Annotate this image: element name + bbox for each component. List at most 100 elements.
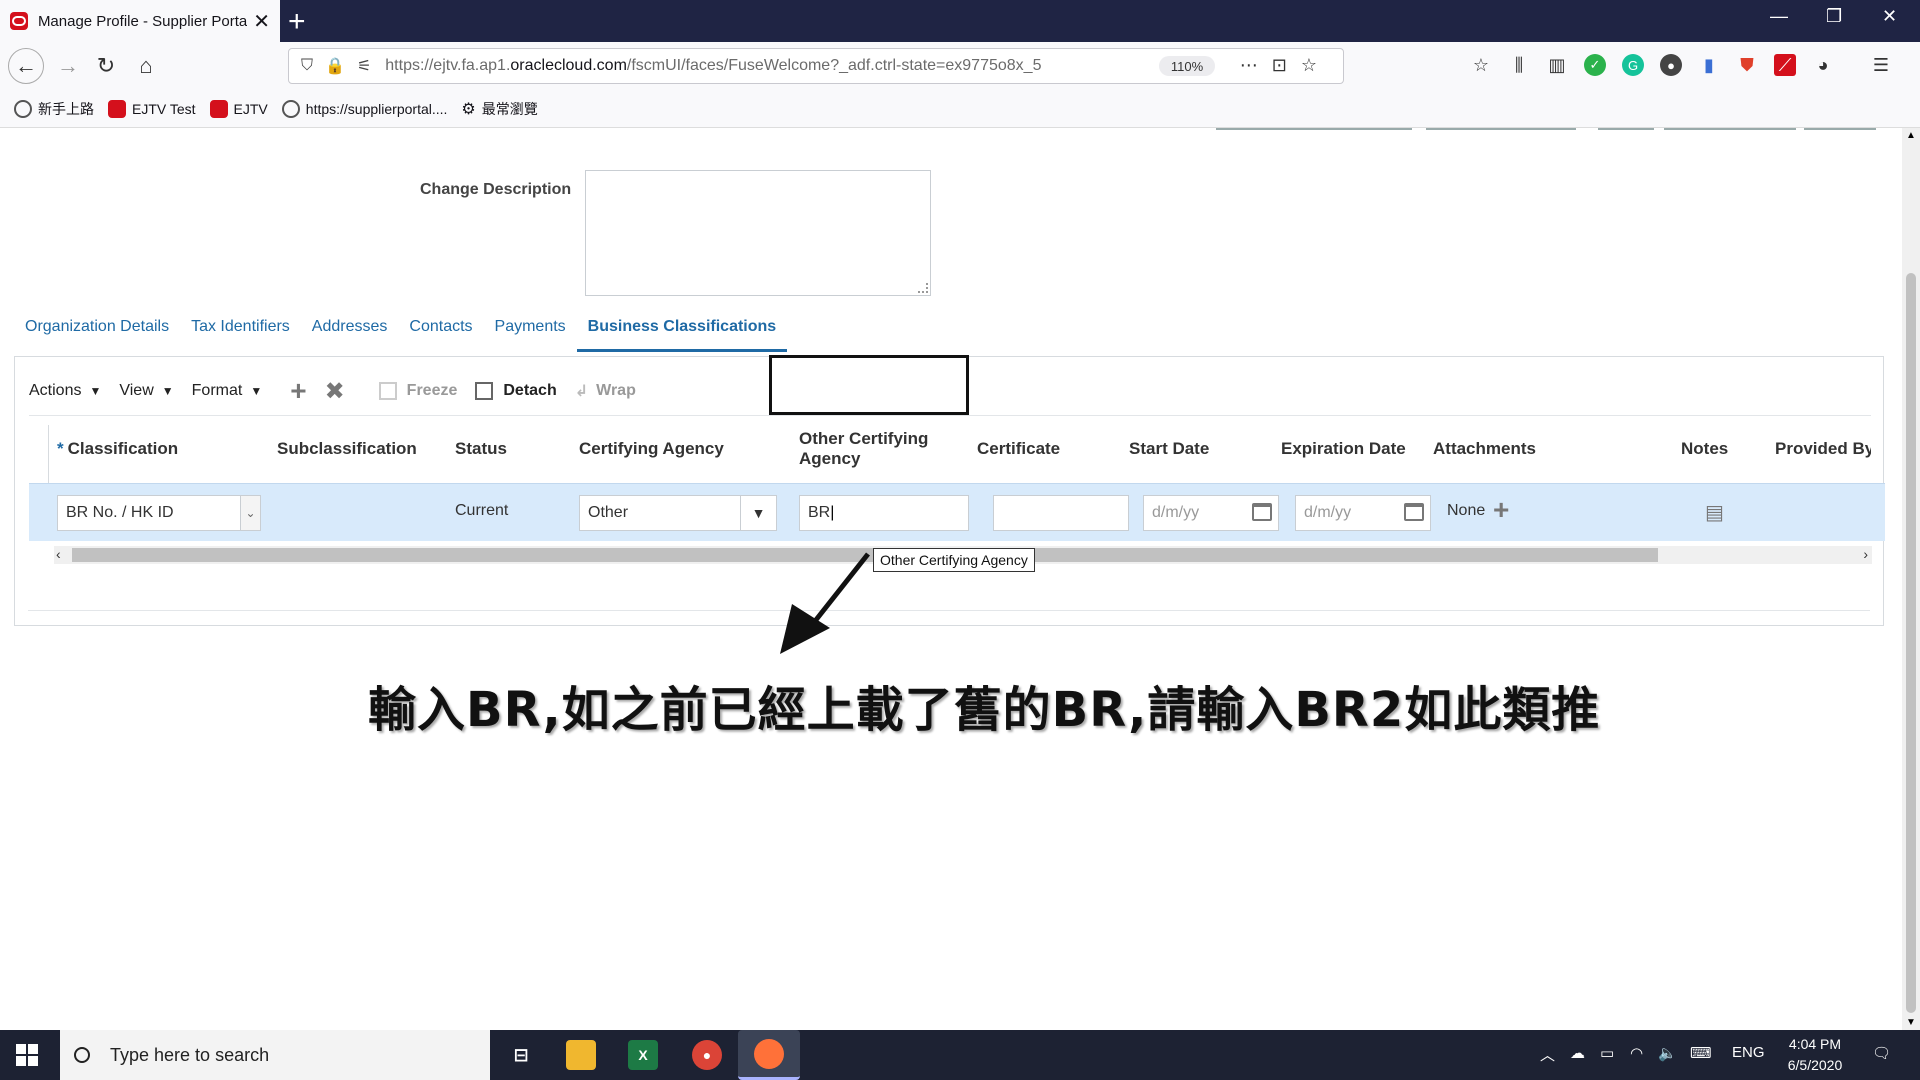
reading-list-icon[interactable]: ☆	[1470, 54, 1492, 76]
url-text[interactable]: https://ejtv.fa.ap1.oraclecloud.com/fscm…	[385, 57, 1145, 75]
notifications-icon[interactable]: 🗨	[1872, 1044, 1891, 1062]
calendar-icon[interactable]	[1404, 503, 1424, 521]
browser-tab[interactable]: Manage Profile - Supplier Porta ✕	[0, 0, 280, 42]
expiration-date-input[interactable]: d/m/yy	[1295, 495, 1431, 531]
header-start-date[interactable]: Start Date	[1129, 439, 1209, 459]
scroll-down-icon[interactable]: ▼	[1906, 1017, 1916, 1028]
tab-tax-identifiers[interactable]: Tax Identifiers	[180, 312, 301, 352]
extensions-icon[interactable]: ◕	[1812, 54, 1834, 76]
tab-organization-details[interactable]: Organization Details	[14, 312, 180, 352]
bookmark-ejtv-test[interactable]: EJTV Test	[108, 99, 196, 118]
shield-icon[interactable]: ⛉	[301, 57, 313, 75]
scroll-right-icon[interactable]: ›	[1863, 546, 1868, 562]
scroll-left-icon[interactable]: ‹	[56, 546, 61, 562]
globe-icon	[14, 99, 32, 118]
header-certificate[interactable]: Certificate	[977, 439, 1060, 459]
keyboard-icon[interactable]: ⌨	[1690, 1044, 1712, 1062]
gear-icon: ⚙	[461, 100, 476, 118]
header-provided-by[interactable]: Provided By	[1775, 439, 1871, 459]
format-menu[interactable]: Format ▼	[192, 382, 263, 400]
bookmark-extension-icon[interactable]: ▮	[1698, 54, 1720, 76]
bookmark-most-visited[interactable]: ⚙ 最常瀏覽	[461, 99, 537, 119]
classification-select[interactable]: BR No. / HK ID ⌄	[57, 495, 261, 531]
forward-arrow-icon[interactable]: →	[52, 50, 84, 82]
page-actions-icon[interactable]: ⋯⊡☆	[1240, 55, 1331, 76]
vertical-scroll-thumb[interactable]	[1906, 273, 1916, 1013]
detach-button[interactable]: Detach	[475, 382, 557, 400]
volume-icon[interactable]: 🔈	[1658, 1044, 1677, 1062]
wrap-button[interactable]: ↲ Wrap	[575, 381, 636, 401]
chrome-icon[interactable]: ●	[692, 1040, 722, 1070]
header-attachments[interactable]: Attachments	[1433, 439, 1536, 459]
url-bar[interactable]: ⛉ 🔒 ⚟ https://ejtv.fa.ap1.oraclecloud.co…	[288, 48, 1344, 84]
view-menu[interactable]: View ▼	[119, 382, 173, 400]
tab-payments[interactable]: Payments	[484, 312, 577, 352]
lock-icon[interactable]: 🔒	[325, 56, 345, 76]
notes-icon[interactable]: ▤	[1705, 500, 1724, 525]
tab-contacts[interactable]: Contacts	[398, 312, 483, 352]
add-attachment-icon[interactable]: +	[1493, 494, 1509, 526]
start-date-input[interactable]: d/m/yy	[1143, 495, 1279, 531]
restore-icon[interactable]: ❐	[1826, 6, 1842, 27]
add-row-icon[interactable]: +	[290, 375, 306, 407]
change-description-textarea[interactable]	[585, 170, 931, 296]
shield-extension-icon[interactable]: ⛊	[1736, 54, 1758, 76]
account-icon[interactable]: ●	[1660, 54, 1682, 76]
onedrive-icon[interactable]: ☁	[1570, 1044, 1585, 1062]
battery-icon[interactable]: ▭	[1600, 1044, 1614, 1062]
header-expiration-date[interactable]: Expiration Date	[1281, 439, 1406, 459]
bookmark-supplierportal[interactable]: https://supplierportal....	[281, 99, 447, 118]
wifi-icon[interactable]: ◠	[1630, 1044, 1643, 1062]
firefox-icon[interactable]	[738, 1030, 800, 1080]
header-certifying-agency[interactable]: Certifying Agency	[579, 439, 724, 459]
vertical-scrollbar[interactable]: ▲ ▼	[1902, 128, 1920, 1030]
windows-start-icon[interactable]	[16, 1044, 38, 1066]
library-icon[interactable]: ⫼	[1508, 54, 1530, 76]
sidebar-icon[interactable]: ▥	[1546, 54, 1568, 76]
bookmark-getting-started[interactable]: 新手上路	[14, 99, 94, 119]
table-row[interactable]: BR No. / HK ID ⌄ Current Other ▼ BR | d/m…	[29, 483, 1885, 541]
divider	[1426, 128, 1576, 130]
other-certifying-agency-input[interactable]: BR |	[799, 495, 969, 531]
menu-icon[interactable]: ☰	[1870, 54, 1892, 76]
new-tab-icon[interactable]: +	[288, 5, 306, 39]
tab-business-classifications[interactable]: Business Classifications	[576, 312, 788, 352]
calendar-icon[interactable]	[1252, 503, 1272, 521]
taskbar-search[interactable]: Type here to search	[60, 1030, 490, 1080]
tab-addresses[interactable]: Addresses	[301, 312, 399, 352]
check-extension-icon[interactable]: ✓	[1584, 54, 1606, 76]
home-icon[interactable]: ⌂	[130, 50, 162, 82]
chevron-down-icon[interactable]: ⌄	[240, 496, 260, 530]
divider	[1216, 128, 1412, 130]
taskbar-clock[interactable]: 4:04 PM 6/5/2020	[1760, 1034, 1870, 1076]
header-notes[interactable]: Notes	[1681, 439, 1728, 459]
freeze-button[interactable]: Freeze	[378, 382, 457, 400]
header-classification[interactable]: * Classification	[57, 439, 178, 459]
permissions-icon[interactable]: ⚟	[357, 56, 371, 76]
delete-row-icon[interactable]: ✖	[325, 377, 345, 406]
scroll-up-icon[interactable]: ▲	[1906, 130, 1916, 141]
minimize-icon[interactable]: —	[1770, 6, 1788, 27]
tray-chevron-icon[interactable]: ︿	[1540, 1044, 1555, 1065]
caret-down-icon[interactable]: ▼	[740, 496, 776, 530]
certificate-input[interactable]	[993, 495, 1129, 531]
window-close-icon[interactable]: ✕	[1882, 6, 1897, 27]
zoom-level[interactable]: 110%	[1159, 56, 1215, 76]
task-view-icon[interactable]: ⊟	[506, 1040, 536, 1070]
resize-grip-icon[interactable]	[918, 283, 928, 293]
bookmark-ejtv[interactable]: EJTV	[209, 99, 268, 118]
pdf-extension-icon[interactable]: ⟋	[1774, 54, 1796, 76]
file-explorer-icon[interactable]	[566, 1040, 596, 1070]
reload-icon[interactable]: ↻	[90, 50, 122, 82]
header-status[interactable]: Status	[455, 439, 507, 459]
header-subclassification[interactable]: Subclassification	[277, 439, 417, 459]
header-other-certifying-agency[interactable]: Other Certifying Agency	[799, 429, 928, 469]
excel-icon[interactable]: X	[628, 1040, 658, 1070]
grammarly-icon[interactable]: G	[1622, 54, 1644, 76]
annotation-arrow-icon	[780, 552, 870, 654]
actions-menu[interactable]: Actions ▼	[29, 382, 101, 400]
certifying-agency-select[interactable]: Other ▼	[579, 495, 777, 531]
divider	[1664, 128, 1796, 130]
back-arrow-icon[interactable]: ←	[8, 48, 44, 84]
close-tab-icon[interactable]: ✕	[253, 9, 270, 34]
